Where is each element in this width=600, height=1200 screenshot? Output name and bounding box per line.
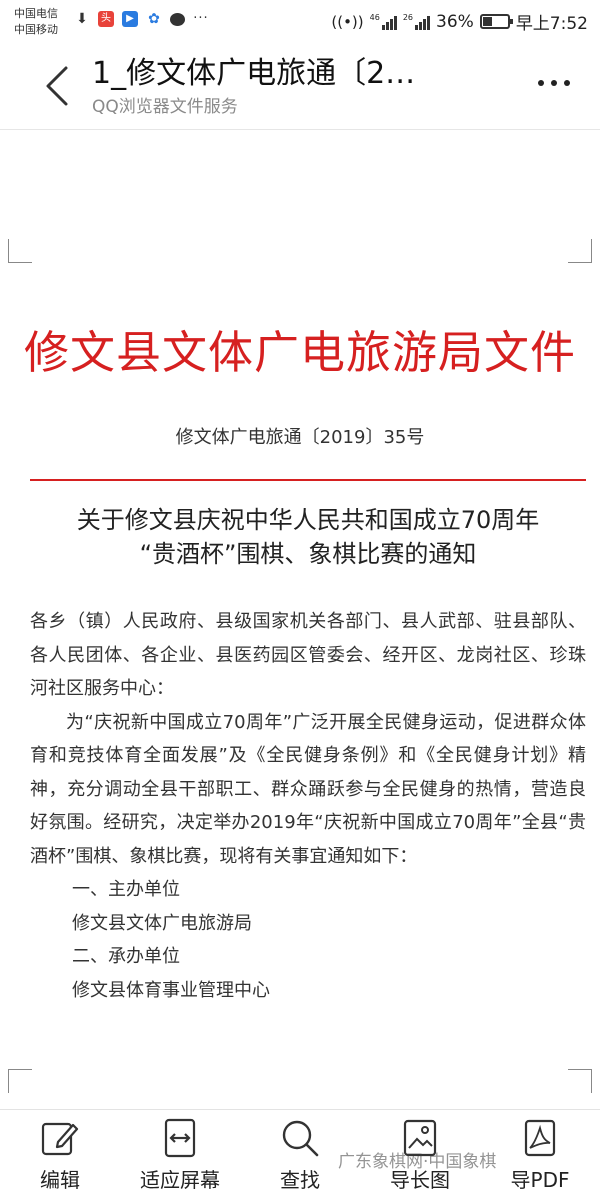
red-divider bbox=[30, 479, 586, 481]
page-title: 1_修文体广电旅通〔2… bbox=[92, 56, 416, 91]
fit-screen-icon bbox=[160, 1118, 200, 1158]
watermark: 广东象棋网·中国象棋 bbox=[338, 1152, 497, 1172]
document-viewer[interactable]: 修文县文体广电旅游局文件 修文体广电旅通〔2019〕35号 关于修文县庆祝中华人… bbox=[0, 131, 600, 1109]
export-pdf-label: 导PDF bbox=[510, 1168, 570, 1192]
news-app-icon: 头 bbox=[98, 11, 114, 27]
carrier-2: 中国移动 bbox=[14, 23, 58, 36]
edit-button[interactable]: 编辑 bbox=[0, 1110, 120, 1200]
page-subtitle: QQ浏览器文件服务 bbox=[92, 97, 238, 117]
back-button[interactable] bbox=[40, 64, 74, 108]
hotspot-icon: ((•)) bbox=[331, 12, 364, 31]
document-title: 关于修文县庆祝中华人民共和国成立70周年 “贵酒杯”围棋、象棋比赛的通知 bbox=[30, 503, 586, 571]
body-paragraph: 为“庆祝新中国成立70周年”广泛开展全民健身运动，促进群众体育和竞技体育全面发展… bbox=[30, 711, 586, 867]
battery-icon bbox=[479, 14, 513, 29]
edit-label: 编辑 bbox=[40, 1168, 80, 1192]
fit-screen-button[interactable]: 适应屏幕 bbox=[120, 1110, 240, 1200]
page-corner-mark bbox=[8, 239, 32, 263]
system-indicators: ((•)) 46 26 36% 早上7:52 bbox=[331, 9, 588, 35]
document-title-line-2: “贵酒杯”围棋、象棋比赛的通知 bbox=[139, 540, 477, 568]
addressees: 各乡（镇）人民政府、县级国家机关各部门、县人武部、驻县部队、各人民团体、各企业、… bbox=[30, 611, 586, 699]
section-2-content: 修文县体育事业管理中心 bbox=[72, 979, 270, 1001]
document-red-header: 修文县文体广电旅游局文件 bbox=[23, 326, 576, 379]
page-corner-mark bbox=[568, 1069, 592, 1093]
status-bar: 中国电信 中国移动 ⬇ 头 ▶ ✿ ··· ((•)) 46 26 36% 早上… bbox=[0, 0, 600, 44]
bottom-toolbar: 编辑 适应屏幕 查找 导长图 导PDF bbox=[0, 1109, 600, 1200]
chat-icon bbox=[170, 12, 185, 26]
clock: 早上7:52 bbox=[515, 14, 588, 34]
baidu-icon: ✿ bbox=[148, 11, 160, 27]
more-icon: ··· bbox=[193, 11, 209, 26]
carrier-1: 中国电信 bbox=[14, 7, 58, 20]
title-block: 1_修文体广电旅通〔2… QQ浏览器文件服务 bbox=[92, 56, 492, 120]
search-icon bbox=[280, 1118, 320, 1158]
more-menu-icon[interactable] bbox=[538, 80, 570, 86]
document-body: 各乡（镇）人民政府、县级国家机关各部门、县人武部、驻县部队、各人民团体、各企业、… bbox=[30, 605, 586, 1007]
section-1-content: 修文县文体广电旅游局 bbox=[72, 912, 252, 934]
signal-icon-2: 26 bbox=[403, 13, 431, 30]
document-number: 修文体广电旅通〔2019〕35号 bbox=[175, 427, 425, 448]
signal-icon: 46 bbox=[370, 13, 397, 30]
export-pdf-button[interactable]: 导PDF bbox=[480, 1110, 600, 1200]
download-icon: ⬇ bbox=[76, 11, 88, 27]
fit-screen-label: 适应屏幕 bbox=[140, 1168, 220, 1192]
app-header: 1_修文体广电旅通〔2… QQ浏览器文件服务 bbox=[0, 44, 600, 130]
document-title-line-1: 关于修文县庆祝中华人民共和国成立70周年 bbox=[76, 506, 540, 534]
edit-icon bbox=[40, 1118, 80, 1158]
page-corner-mark bbox=[568, 239, 592, 263]
battery-percent: 36% bbox=[436, 11, 474, 32]
back-icon bbox=[46, 66, 68, 106]
section-2-heading: 二、承办单位 bbox=[72, 946, 180, 967]
carrier-info: 中国电信 中国移动 bbox=[14, 6, 58, 38]
page-corner-mark bbox=[8, 1069, 32, 1093]
section-1-heading: 一、主办单位 bbox=[72, 879, 180, 900]
pdf-icon bbox=[520, 1118, 560, 1158]
notification-icons: ⬇ 头 ▶ ✿ ··· bbox=[74, 11, 209, 27]
video-app-icon: ▶ bbox=[122, 11, 138, 27]
